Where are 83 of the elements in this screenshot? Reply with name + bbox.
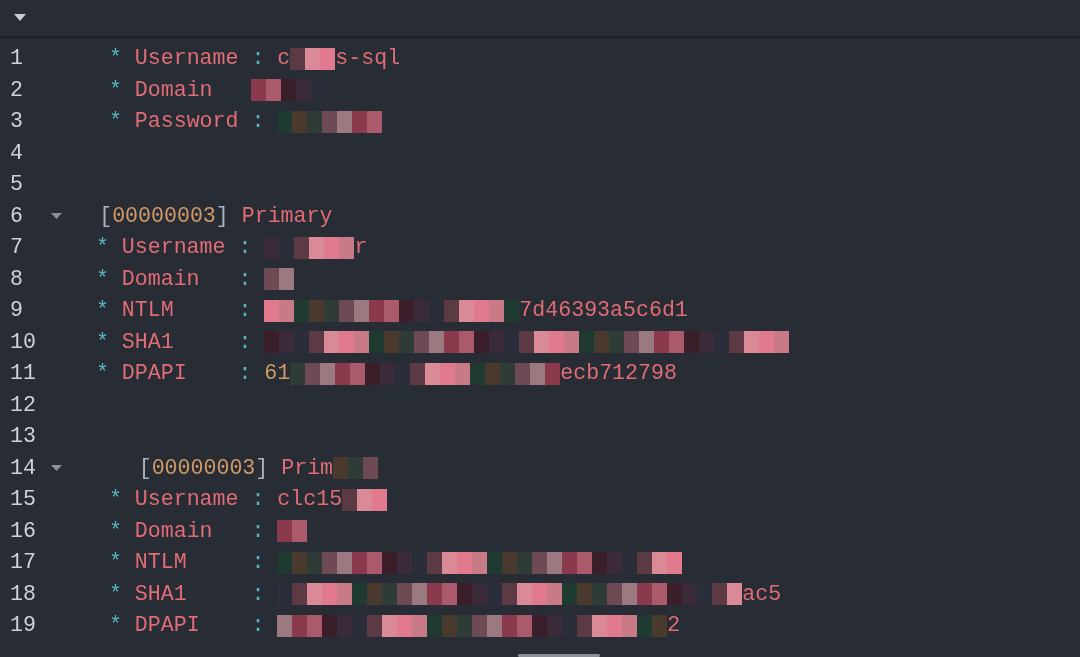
fold-caret-icon[interactable] [50,464,62,472]
line-number: 3 [9,108,24,135]
bullet-asterisk: * [108,45,122,72]
field-key: NTLM [121,295,226,327]
colon-separator: : [251,549,265,576]
code-text: Primary [241,202,333,230]
field-key: Password [134,106,239,138]
redaction-mosaic [333,457,379,480]
code-text: Prim [281,454,334,482]
colon-separator: : [251,612,265,639]
number-text: 61 [264,360,291,387]
bullet-asterisk: * [108,517,122,545]
redaction-mosaic [277,520,308,543]
scrollbar-thumb[interactable] [518,654,600,657]
code-text: s-sql [335,45,401,72]
bullet-asterisk: * [95,265,109,293]
code-text: 7d46393a5c6d1 [519,297,688,324]
line-number: 11 [9,360,37,387]
colon-separator: : [251,45,265,72]
colon-separator: : [238,328,252,356]
redaction-mosaic [264,268,295,291]
field-key: Domain [134,74,239,106]
bullet-asterisk: * [95,360,109,387]
field-key: NTLM [134,547,239,579]
line-number: 13 [9,423,37,450]
fold-caret-icon[interactable] [50,212,62,220]
colon-separator: : [238,234,252,261]
code-text: clc15 [277,486,343,513]
field-key: Username [134,484,239,516]
bracket-text: ] [215,202,229,230]
bullet-asterisk: * [95,328,109,356]
code-text: ac5 [742,580,782,608]
line-number: 14 [9,454,37,482]
line-number: 1 [9,45,24,72]
line-number: 12 [9,391,37,419]
bullet-asterisk: * [108,108,122,135]
line-number: 4 [9,139,24,167]
code-text: ecb712798 [560,360,677,387]
line-number: 16 [9,517,37,545]
field-key: Domain [134,515,239,547]
field-key: SHA1 [134,578,239,610]
field-key: Username [121,232,226,264]
colon-separator: : [238,265,252,293]
bracket-text: [ [138,454,152,482]
bullet-asterisk: * [108,76,122,104]
line-number: 7 [9,234,24,261]
line-number: 9 [9,297,24,324]
line-number: 17 [9,549,37,576]
bullet-asterisk: * [108,549,122,576]
field-key: DPAPI [121,358,226,390]
field-key: SHA1 [121,326,226,358]
bullet-asterisk: * [95,234,109,261]
code-text: 2 [667,612,681,639]
bullet-asterisk: * [108,580,122,608]
number-text: 00000003 [151,454,256,482]
line-number: 6 [9,202,24,230]
field-key: Domain [121,263,226,295]
line-number: 19 [9,612,37,639]
redaction-mosaic [342,488,388,511]
number-text: 00000003 [112,202,216,230]
colon-separator: : [251,517,265,545]
bullet-asterisk: * [108,612,122,639]
colon-separator: : [251,486,265,513]
line-number: 8 [9,265,24,293]
field-key: Username [134,43,239,75]
line-number: 18 [9,580,37,608]
bracket-text: [ [99,202,113,230]
line-number: 15 [9,486,37,513]
dropdown-caret-icon[interactable] [14,14,26,22]
colon-separator: : [238,297,252,324]
colon-separator: : [251,108,265,135]
code-text: r [354,234,368,261]
bullet-asterisk: * [95,297,109,324]
line-number: 5 [9,171,24,198]
colon-separator: : [251,580,265,608]
code-text: c [277,45,291,72]
redaction-mosaic [290,47,336,70]
bullet-asterisk: * [108,486,122,513]
bracket-text: ] [255,454,269,482]
field-key: DPAPI [134,610,239,642]
line-number: 10 [9,328,37,356]
line-number: 2 [9,76,24,104]
colon-separator: : [238,360,252,387]
